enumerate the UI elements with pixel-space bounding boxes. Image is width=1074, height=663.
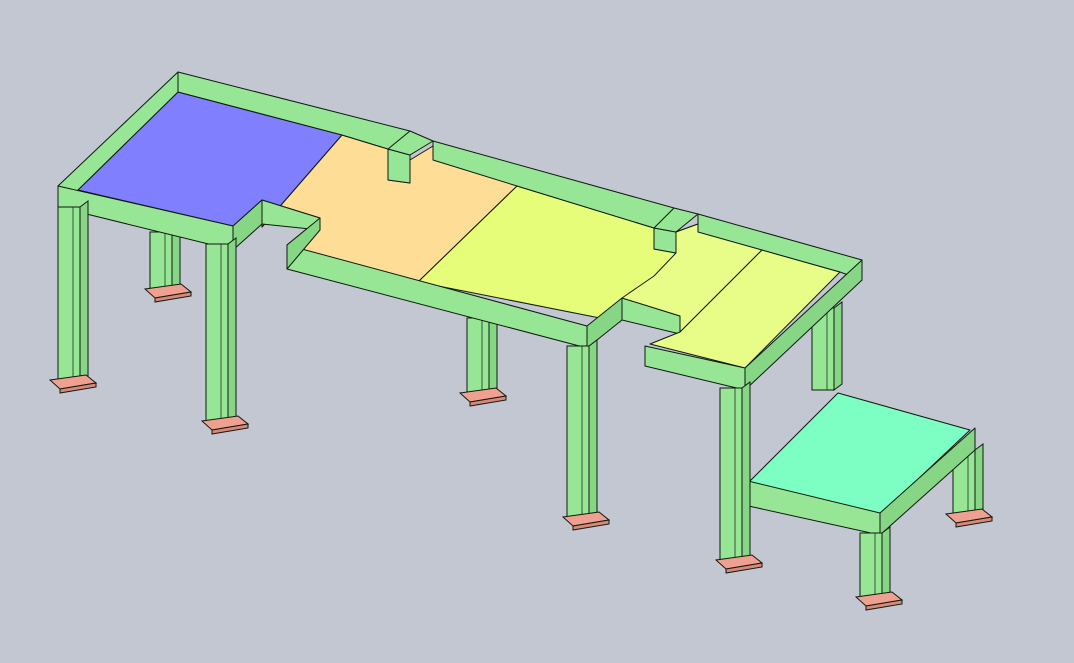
cad-viewport[interactable] — [0, 0, 1074, 663]
support-leg — [466, 311, 498, 396]
step-platform — [743, 392, 976, 536]
support-leg — [859, 526, 891, 599]
support-leg — [566, 339, 598, 519]
support-leg — [57, 200, 89, 383]
cad-model[interactable] — [0, 0, 1074, 663]
support-leg — [205, 237, 237, 424]
support-leg — [719, 381, 751, 563]
base-plate — [48, 374, 98, 394]
